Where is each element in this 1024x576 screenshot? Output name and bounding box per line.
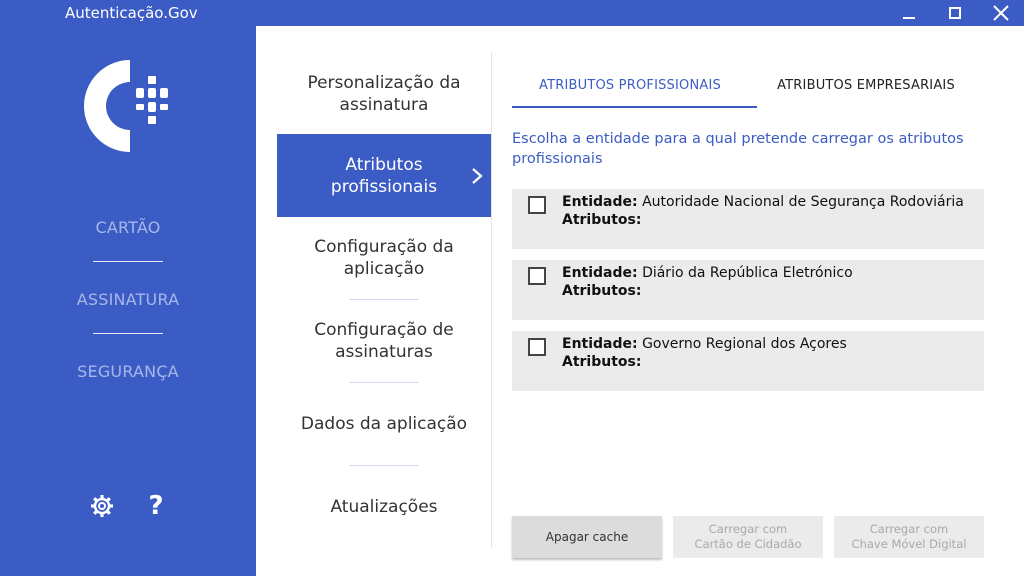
load-mobile-key-button[interactable]: Carregar com Chave Móvel Digital (834, 516, 984, 558)
attributes-line: Atributos: (562, 212, 641, 228)
submenu-label: Configuração da aplicação (314, 237, 454, 279)
entity-checkbox[interactable] (528, 338, 546, 356)
entity-name-line: Entidade: Diário da República Eletrónico (562, 265, 853, 281)
load-citizen-card-button[interactable]: Carregar com Cartão de Cidadão (673, 516, 823, 558)
attributes-line: Atributos: (562, 283, 641, 299)
submenu-atualizacoes[interactable]: Atualizações (277, 466, 491, 548)
action-buttons: Apagar cache Carregar com Cartão de Cida… (512, 516, 984, 558)
button-label-line2: Cartão de Cidadão (694, 537, 802, 551)
entity-list: Entidade: Autoridade Nacional de Seguran… (512, 189, 984, 402)
entity-name: Governo Regional dos Açores (642, 336, 847, 352)
attribute-tabs: ATRIBUTOS PROFISSIONAIS ATRIBUTOS EMPRES… (512, 72, 984, 108)
entity-label: Entidade: (562, 265, 638, 281)
entity-name: Autoridade Nacional de Segurança Rodoviá… (642, 194, 964, 210)
chevron-right-icon (472, 167, 483, 184)
help-icon[interactable]: ? (144, 491, 168, 521)
entity-label: Entidade: (562, 336, 638, 352)
submenu-dados[interactable]: Dados da aplicação (277, 383, 491, 465)
entity-label: Entidade: (562, 194, 638, 210)
entity-checkbox[interactable] (528, 196, 546, 214)
attributes-line: Atributos: (562, 354, 641, 370)
tab-atributos-empresariais[interactable]: ATRIBUTOS EMPRESARIAIS (748, 72, 984, 108)
settings-submenu: Personalização da assinatura Atributos p… (277, 56, 491, 548)
active-tab-indicator (512, 106, 757, 108)
main-nav: CARTÃO ASSINATURA SEGURANÇA (0, 210, 256, 390)
submenu-config-assinaturas[interactable]: Configuração de assinaturas (277, 300, 491, 382)
attributes-label: Atributos: (562, 212, 642, 228)
submenu-atributos[interactable]: Atributos profissionais (277, 134, 491, 217)
panel-divider (491, 52, 492, 548)
nav-item-cartao[interactable]: CARTÃO (0, 210, 256, 246)
button-label-line1: Carregar com (869, 522, 949, 536)
submenu-label: Atributos profissionais (330, 154, 438, 197)
tab-atributos-profissionais[interactable]: ATRIBUTOS PROFISSIONAIS (512, 72, 748, 108)
app-title: Autenticação.Gov (65, 4, 198, 22)
button-label: Apagar cache (545, 529, 629, 544)
bottom-icons: ? (90, 491, 168, 521)
submenu-label: Personalização da assinatura (307, 73, 461, 115)
button-label-line1: Carregar com (708, 522, 788, 536)
entity-name: Diário da República Eletrónico (642, 265, 853, 281)
entity-card: Entidade: Governo Regional dos Açores At… (512, 331, 984, 391)
instruction-text: Escolha a entidade para a qual pretende … (512, 131, 964, 167)
close-button[interactable] (978, 0, 1024, 26)
clear-cache-button[interactable]: Apagar cache (512, 516, 662, 558)
button-label-line2: Chave Móvel Digital (851, 537, 967, 551)
submenu-label: Atualizações (330, 497, 438, 517)
attributes-label: Atributos: (562, 283, 642, 299)
nav-item-assinatura[interactable]: ASSINATURA (0, 282, 256, 318)
submenu-config-aplicacao[interactable]: Configuração da aplicação (277, 217, 491, 299)
gear-icon[interactable] (90, 492, 114, 520)
attributes-label: Atributos: (562, 354, 642, 370)
entity-name-line: Entidade: Autoridade Nacional de Seguran… (562, 194, 964, 210)
window-controls (886, 0, 1024, 26)
entity-card: Entidade: Autoridade Nacional de Seguran… (512, 189, 984, 249)
submenu-label: Configuração de assinaturas (314, 320, 454, 362)
entity-card: Entidade: Diário da República Eletrónico… (512, 260, 984, 320)
app-logo (84, 60, 168, 152)
submenu-personalizacao[interactable]: Personalização da assinatura (277, 56, 491, 132)
maximize-button[interactable] (932, 0, 978, 26)
nav-item-seguranca[interactable]: SEGURANÇA (0, 354, 256, 390)
entity-name-line: Entidade: Governo Regional dos Açores (562, 336, 847, 352)
submenu-label: Dados da aplicação (300, 414, 468, 434)
minimize-icon (903, 17, 915, 19)
maximize-icon (949, 7, 961, 19)
close-icon (993, 5, 1009, 21)
main-panel: Personalização da assinatura Atributos p… (256, 26, 1024, 576)
entity-checkbox[interactable] (528, 267, 546, 285)
minimize-button[interactable] (886, 0, 932, 26)
